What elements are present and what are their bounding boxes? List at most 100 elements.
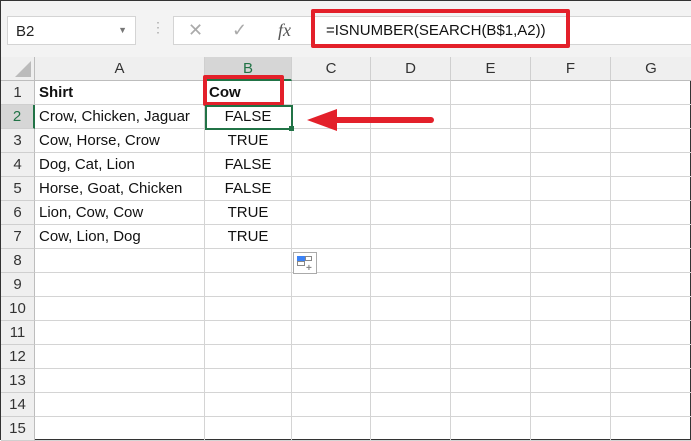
row-header-5[interactable]: 5 [1,177,35,201]
cell-E3[interactable] [451,129,531,153]
cell-F8[interactable] [531,249,611,273]
row-header-9[interactable]: 9 [1,273,35,297]
row-header-12[interactable]: 12 [1,345,35,369]
cell-B10[interactable] [205,297,292,321]
cell-F14[interactable] [531,393,611,417]
column-header-G[interactable]: G [611,57,691,81]
cell-A7[interactable]: Cow, Lion, Dog [35,225,205,249]
cell-G1[interactable] [611,81,691,105]
cell-F11[interactable] [531,321,611,345]
cell-B14[interactable] [205,393,292,417]
cell-A1[interactable]: Shirt [35,81,205,105]
cell-A13[interactable] [35,369,205,393]
enter-icon[interactable]: ✓ [232,20,247,41]
cell-C10[interactable] [292,297,371,321]
cell-C6[interactable] [292,201,371,225]
cell-G9[interactable] [611,273,691,297]
cell-G14[interactable] [611,393,691,417]
cell-F7[interactable] [531,225,611,249]
cell-E9[interactable] [451,273,531,297]
cell-E11[interactable] [451,321,531,345]
cell-D9[interactable] [371,273,451,297]
cell-G8[interactable] [611,249,691,273]
cell-A5[interactable]: Horse, Goat, Chicken [35,177,205,201]
cell-E6[interactable] [451,201,531,225]
cell-G3[interactable] [611,129,691,153]
row-header-14[interactable]: 14 [1,393,35,417]
cell-G15[interactable] [611,417,691,441]
cell-G11[interactable] [611,321,691,345]
cell-G5[interactable] [611,177,691,201]
cell-D13[interactable] [371,369,451,393]
cell-A14[interactable] [35,393,205,417]
row-header-1[interactable]: 1 [1,81,35,105]
cell-D12[interactable] [371,345,451,369]
cell-G12[interactable] [611,345,691,369]
cell-B13[interactable] [205,369,292,393]
cell-E2[interactable] [451,105,531,129]
cell-C1[interactable] [292,81,371,105]
cell-D6[interactable] [371,201,451,225]
cell-G6[interactable] [611,201,691,225]
cell-C12[interactable] [292,345,371,369]
cell-B11[interactable] [205,321,292,345]
cell-C11[interactable] [292,321,371,345]
cell-B3[interactable]: TRUE [205,129,292,153]
cell-F12[interactable] [531,345,611,369]
cell-F2[interactable] [531,105,611,129]
cell-A10[interactable] [35,297,205,321]
cell-D14[interactable] [371,393,451,417]
row-header-8[interactable]: 8 [1,249,35,273]
cell-C9[interactable] [292,273,371,297]
name-box[interactable]: B2 ▼ [7,16,136,45]
cell-C7[interactable] [292,225,371,249]
row-header-4[interactable]: 4 [1,153,35,177]
cell-B8[interactable] [205,249,292,273]
cell-B12[interactable] [205,345,292,369]
row-header-13[interactable]: 13 [1,369,35,393]
cell-E14[interactable] [451,393,531,417]
cell-B5[interactable]: FALSE [205,177,292,201]
cell-D1[interactable] [371,81,451,105]
quick-analysis-icon[interactable]: + [293,252,317,274]
cell-C14[interactable] [292,393,371,417]
row-header-7[interactable]: 7 [1,225,35,249]
cell-F9[interactable] [531,273,611,297]
column-header-D[interactable]: D [371,57,451,81]
cell-F3[interactable] [531,129,611,153]
cell-E10[interactable] [451,297,531,321]
cell-A11[interactable] [35,321,205,345]
cell-C13[interactable] [292,369,371,393]
cell-D7[interactable] [371,225,451,249]
cell-A9[interactable] [35,273,205,297]
cell-D5[interactable] [371,177,451,201]
cell-A6[interactable]: Lion, Cow, Cow [35,201,205,225]
cell-D10[interactable] [371,297,451,321]
row-header-2[interactable]: 2 [1,105,35,129]
cell-C15[interactable] [292,417,371,441]
cell-A2[interactable]: Crow, Chicken, Jaguar [35,105,205,129]
cell-A8[interactable] [35,249,205,273]
fx-icon[interactable]: fx [278,20,291,41]
cell-F1[interactable] [531,81,611,105]
cell-E4[interactable] [451,153,531,177]
cell-E12[interactable] [451,345,531,369]
cell-B7[interactable]: TRUE [205,225,292,249]
cell-F5[interactable] [531,177,611,201]
cell-F4[interactable] [531,153,611,177]
cell-B15[interactable] [205,417,292,441]
cell-A3[interactable]: Cow, Horse, Crow [35,129,205,153]
cell-E7[interactable] [451,225,531,249]
cell-G13[interactable] [611,369,691,393]
fill-handle[interactable] [289,126,294,131]
row-header-3[interactable]: 3 [1,129,35,153]
cell-G4[interactable] [611,153,691,177]
select-all-button[interactable] [1,57,35,81]
cell-F15[interactable] [531,417,611,441]
cell-G10[interactable] [611,297,691,321]
row-header-10[interactable]: 10 [1,297,35,321]
cell-F6[interactable] [531,201,611,225]
cell-D15[interactable] [371,417,451,441]
cell-D11[interactable] [371,321,451,345]
cell-D8[interactable] [371,249,451,273]
